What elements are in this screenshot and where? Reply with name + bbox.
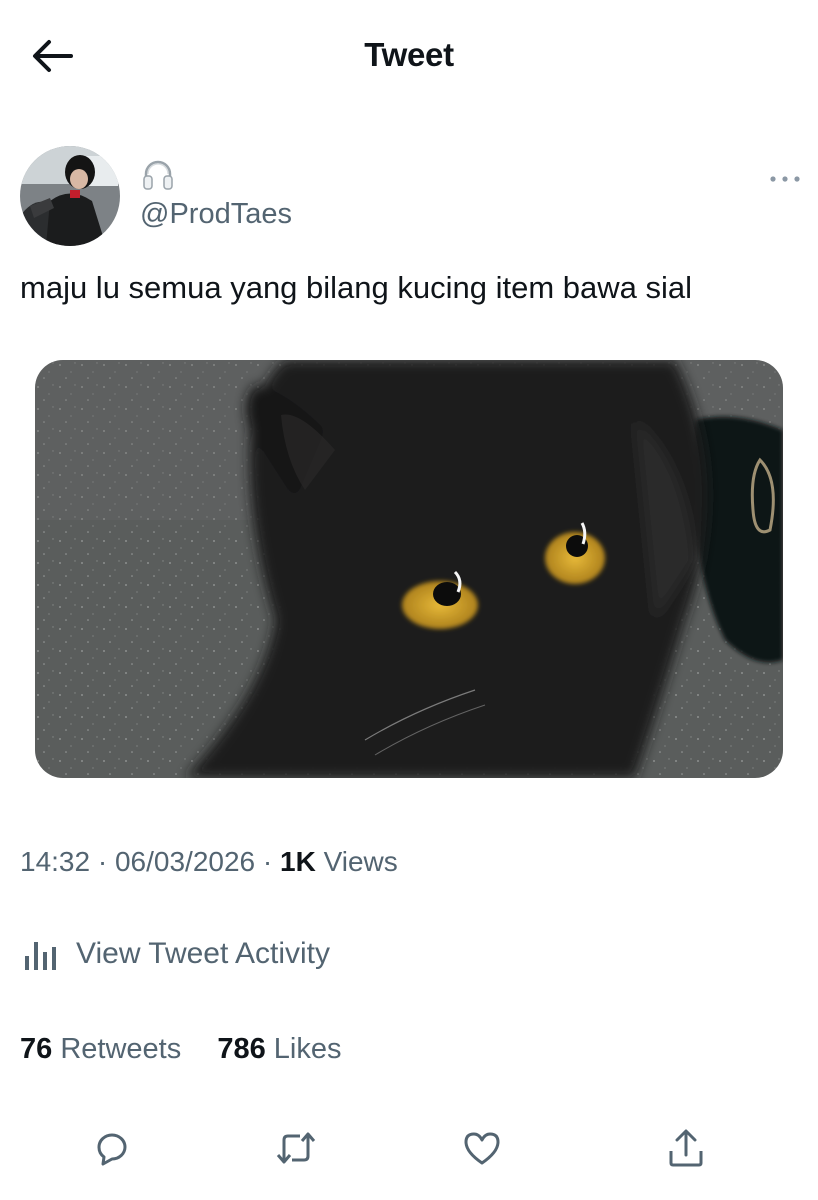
retweets-label: Retweets	[52, 1033, 182, 1065]
retweets-count: 76	[20, 1033, 53, 1065]
likes-count: 786	[217, 1033, 266, 1065]
more-icon	[770, 176, 800, 182]
reply-button[interactable]	[88, 1124, 136, 1172]
retweet-icon	[276, 1132, 316, 1164]
tweet-time: 14:32	[20, 846, 91, 877]
views-count: 1K	[280, 846, 316, 877]
tweet-text: maju lu semua yang bilang kucing item ba…	[20, 270, 693, 305]
headphones-icon	[140, 157, 176, 193]
author-handle[interactable]: @ProdTaes	[140, 198, 292, 231]
share-button[interactable]	[662, 1124, 710, 1172]
like-button[interactable]	[458, 1124, 506, 1172]
page-title: Tweet	[364, 36, 454, 73]
tweet-date: 06/03/2026	[114, 846, 256, 877]
activity-label: View Tweet Activity	[76, 937, 331, 970]
retweets-stat[interactable]: 76 Retweets	[20, 1033, 181, 1065]
view-tweet-activity-button[interactable]: View Tweet Activity	[20, 936, 330, 972]
reply-icon	[97, 1133, 127, 1166]
tweet-meta: 14:32 · 06/03/2026 · 1K Views	[20, 846, 398, 878]
retweet-button[interactable]	[272, 1124, 320, 1172]
meta-separator: ·	[255, 846, 280, 877]
more-options-button[interactable]	[764, 164, 806, 194]
likes-stat[interactable]: 786 Likes	[217, 1033, 341, 1065]
tweet-photo[interactable]	[35, 360, 783, 778]
bar-chart-icon	[25, 942, 56, 970]
tweet-detail-page: Tweet @ProdTaes maju lu semua yang bilan…	[0, 0, 818, 1200]
avatar[interactable]	[20, 146, 120, 246]
like-icon	[464, 1132, 500, 1165]
views-label: Views	[315, 846, 398, 877]
meta-separator: ·	[90, 846, 115, 877]
likes-label: Likes	[265, 1033, 342, 1065]
share-icon	[669, 1129, 703, 1167]
engagement-counts: 76 Retweets 786 Likes	[20, 1033, 342, 1066]
